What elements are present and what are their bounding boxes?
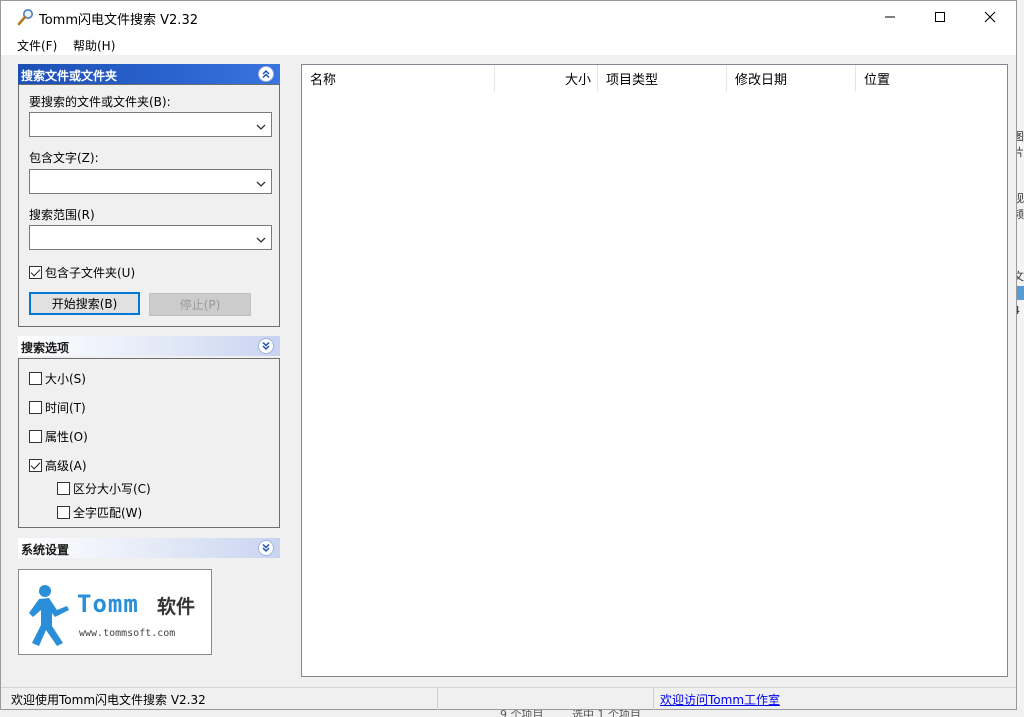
size-option[interactable]: 大小(S)	[29, 370, 86, 387]
settings-panel-header[interactable]: 系统设置	[18, 538, 280, 558]
whole-word-label: 全字匹配(W)	[73, 506, 143, 520]
logo-brand: Tomm	[77, 590, 139, 618]
time-option[interactable]: 时间(T)	[29, 399, 86, 416]
chevron-down-icon[interactable]	[256, 120, 266, 134]
scope-combo[interactable]	[29, 225, 272, 250]
case-option[interactable]: 区分大小写(C)	[57, 480, 151, 497]
subfolders-checkbox[interactable]	[29, 266, 42, 279]
column-type[interactable]: 项目类型	[598, 65, 727, 92]
menu-bar: 文件(F) 帮助(H)	[1, 33, 1016, 55]
options-panel-header[interactable]: 搜索选项	[18, 336, 280, 356]
chevron-down-icon[interactable]	[256, 177, 266, 191]
time-checkbox[interactable]	[29, 401, 42, 414]
menu-help[interactable]: 帮助(H)	[73, 37, 115, 54]
subfolders-label: 包含子文件夹(U)	[45, 266, 136, 280]
search-panel-title: 搜索文件或文件夹	[21, 69, 118, 83]
minimize-button[interactable]	[867, 1, 913, 33]
advanced-checkbox[interactable]	[29, 459, 42, 472]
column-modified[interactable]: 修改日期	[727, 65, 856, 92]
status-link-cell: 欢迎访问Tomm工作室	[654, 688, 1018, 710]
advanced-label: 高级(A)	[45, 459, 87, 473]
logo-url: www.tommsoft.com	[79, 628, 176, 639]
subfolders-option[interactable]: 包含子文件夹(U)	[29, 264, 135, 281]
column-size[interactable]: 大小	[495, 65, 598, 92]
column-name[interactable]: 名称	[302, 65, 495, 92]
title-bar[interactable]: Tomm闪电文件搜索 V2.32	[1, 1, 1016, 33]
advanced-option[interactable]: 高级(A)	[29, 457, 87, 474]
time-label: 时间(T)	[45, 401, 86, 415]
maximize-icon	[935, 12, 945, 22]
size-label: 大小(S)	[45, 372, 86, 386]
search-panel-header[interactable]: 搜索文件或文件夹	[18, 64, 280, 84]
stop-button[interactable]: 停止(P)	[149, 293, 251, 316]
chevron-down-icon[interactable]	[256, 233, 266, 247]
size-checkbox[interactable]	[29, 372, 42, 385]
settings-panel-title: 系统设置	[21, 543, 70, 557]
status-welcome-text: 欢迎使用Tomm闪电文件搜索 V2.32	[11, 692, 206, 707]
menu-file[interactable]: 文件(F)	[17, 37, 57, 54]
start-search-button[interactable]: 开始搜索(B)	[29, 292, 140, 315]
visit-website-link[interactable]: 欢迎访问Tomm工作室	[660, 691, 780, 708]
results-list[interactable]: 名称 大小 项目类型 修改日期 位置	[301, 64, 1008, 677]
case-label: 区分大小写(C)	[73, 482, 151, 496]
maximize-button[interactable]	[917, 1, 963, 33]
status-bar: 欢迎使用Tomm闪电文件搜索 V2.32 欢迎访问Tomm工作室	[1, 687, 1018, 710]
logo-brand-cn: 软件	[157, 596, 196, 618]
options-panel-title: 搜索选项	[21, 341, 70, 355]
close-button[interactable]	[967, 1, 1013, 33]
search-panel: 要搜索的文件或文件夹(B): 包含文字(Z): 搜索范围(R) 包含子文件夹(U…	[18, 84, 280, 327]
explorer-status-bar: 9 个项目 选中 1 个项目	[0, 708, 1024, 717]
case-checkbox[interactable]	[57, 482, 70, 495]
double-chevron-down-icon[interactable]	[258, 540, 274, 556]
filename-combo[interactable]	[29, 112, 272, 137]
whole-word-checkbox[interactable]	[57, 506, 70, 519]
magnifier-icon	[17, 8, 35, 26]
scope-label: 搜索范围(R)	[29, 208, 95, 222]
attr-checkbox[interactable]	[29, 430, 42, 443]
window-title: Tomm闪电文件搜索 V2.32	[39, 13, 198, 28]
status-empty	[438, 688, 654, 710]
double-chevron-down-icon[interactable]	[258, 338, 274, 354]
filename-label: 要搜索的文件或文件夹(B):	[29, 95, 171, 109]
contains-label: 包含文字(Z):	[29, 151, 99, 165]
minimize-icon	[885, 16, 895, 18]
tomm-logo[interactable]: Tomm 软件 www.tommsoft.com	[18, 569, 212, 655]
options-panel: 大小(S) 时间(T) 属性(O) 高级(A) 区分大小写(C) 全字匹配(W)	[18, 358, 280, 528]
close-icon	[984, 11, 996, 23]
attr-label: 属性(O)	[45, 430, 88, 444]
whole-word-option[interactable]: 全字匹配(W)	[57, 504, 142, 521]
double-chevron-up-icon[interactable]	[258, 66, 274, 82]
attr-option[interactable]: 属性(O)	[29, 428, 88, 445]
column-location[interactable]: 位置	[856, 65, 1008, 92]
contains-combo[interactable]	[29, 169, 272, 194]
status-welcome: 欢迎使用Tomm闪电文件搜索 V2.32	[1, 688, 438, 710]
app-window: Tomm闪电文件搜索 V2.32 文件(F) 帮助(H) 搜索文件或文件夹 要搜…	[0, 0, 1017, 710]
